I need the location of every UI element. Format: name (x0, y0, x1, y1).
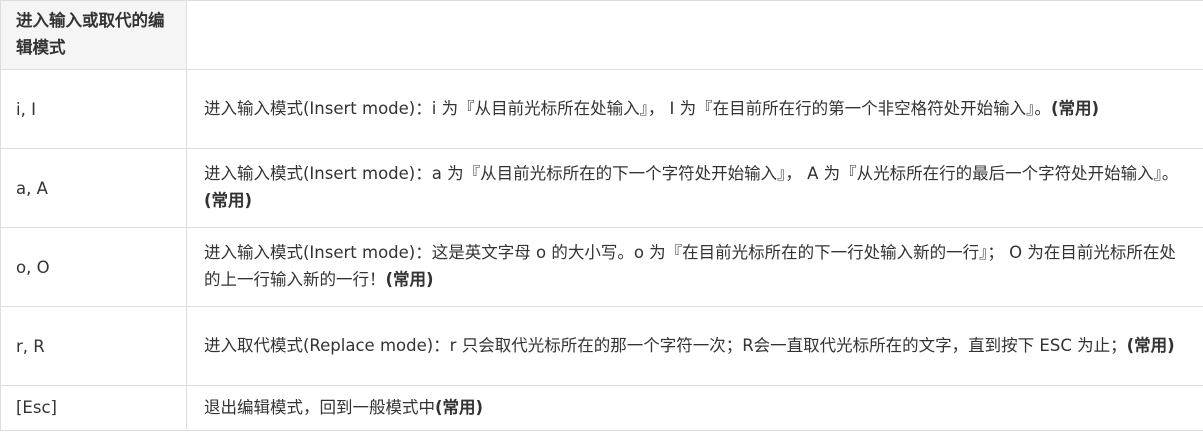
usage-tag: (常用) (385, 270, 434, 289)
table-header-row: 进入输入或取代的编辑模式 (0, 0, 1203, 70)
key-cell: o, O (0, 227, 187, 307)
usage-tag: (常用) (1050, 98, 1100, 118)
vim-edit-mode-table: 进入输入或取代的编辑模式 i, I 进入输入模式(Insert mode)：i … (0, 0, 1203, 431)
table-row: [Esc] 退出编辑模式，回到一般模式中(常用) (0, 385, 1203, 431)
description-text: 进入取代模式(Replace mode)：r 只会取代光标所在的那一个字符一次；… (204, 335, 1127, 355)
column-header-mode: 进入输入或取代的编辑模式 (0, 0, 187, 70)
table-row: i, I 进入输入模式(Insert mode)：i 为『从目前光标所在处输入』… (0, 69, 1203, 149)
description-cell: 退出编辑模式，回到一般模式中(常用) (186, 385, 1203, 431)
key-cell: a, A (0, 148, 187, 228)
key-cell: i, I (0, 69, 187, 149)
table-row: a, A 进入输入模式(Insert mode)：a 为『从目前光标所在的下一个… (0, 148, 1203, 228)
description-text: 进入输入模式(Insert mode)：这是英文字母 o 的大小写。o 为『在目… (204, 243, 1176, 289)
usage-tag: (常用) (204, 191, 253, 210)
key-cell: [Esc] (0, 385, 187, 431)
key-cell: r, R (0, 306, 187, 386)
table-row: o, O 进入输入模式(Insert mode)：这是英文字母 o 的大小写。o… (0, 227, 1203, 307)
description-cell: 进入输入模式(Insert mode)：这是英文字母 o 的大小写。o 为『在目… (186, 227, 1203, 307)
table-row: r, R 进入取代模式(Replace mode)：r 只会取代光标所在的那一个… (0, 306, 1203, 386)
description-cell: 进入取代模式(Replace mode)：r 只会取代光标所在的那一个字符一次；… (186, 306, 1203, 386)
usage-tag: (常用) (1126, 335, 1175, 355)
description-text: 进入输入模式(Insert mode)：a 为『从目前光标所在的下一个字符处开始… (204, 164, 1179, 183)
description-cell: 进入输入模式(Insert mode)：i 为『从目前光标所在处输入』， I 为… (186, 69, 1203, 149)
description-text: 进入输入模式(Insert mode)：i 为『从目前光标所在处输入』， I 为… (204, 98, 1051, 118)
description-text: 退出编辑模式，回到一般模式中 (204, 397, 435, 417)
usage-tag: (常用) (435, 397, 484, 417)
column-header-description (186, 0, 1203, 70)
description-cell: 进入输入模式(Insert mode)：a 为『从目前光标所在的下一个字符处开始… (186, 148, 1203, 228)
